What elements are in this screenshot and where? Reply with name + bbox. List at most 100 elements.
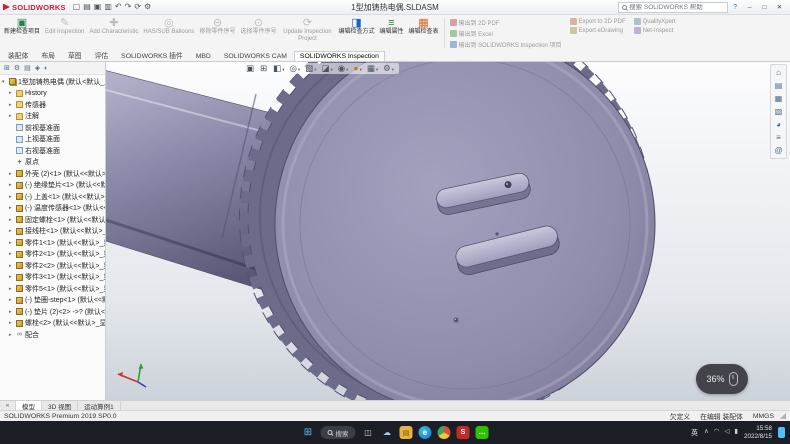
tree-item[interactable]: ▸ 螺栓<2> (默认<<默认>_显示状... bbox=[0, 318, 105, 330]
commandmanager-tab[interactable]: MBD bbox=[190, 51, 217, 61]
volume-icon[interactable]: ◁ bbox=[724, 429, 729, 436]
status-item[interactable]: 欠定义 bbox=[670, 411, 690, 421]
chevron-down-icon[interactable]: ▾ bbox=[330, 68, 332, 73]
ribbon-button[interactable]: ▦ 编辑检查表 bbox=[407, 16, 441, 50]
hud-tool[interactable]: ⊞ bbox=[260, 64, 268, 73]
tree-item[interactable]: ▸ (-) 上盖<1> (默认<<默认>_显示状... bbox=[0, 191, 105, 203]
chevron-down-icon[interactable]: ▾ bbox=[346, 68, 348, 73]
forum-icon[interactable]: @ bbox=[772, 145, 785, 156]
expand-arrow-icon[interactable]: ▸ bbox=[9, 113, 14, 119]
model-canvas[interactable] bbox=[106, 62, 790, 400]
custom-properties-icon[interactable]: ≡ bbox=[772, 132, 785, 143]
redo-icon[interactable]: ↷ bbox=[125, 3, 132, 11]
document-tab[interactable]: 模型 bbox=[16, 401, 42, 410]
tree-item[interactable]: ▸ 零件2<1> (默认<<默认>_显示状态... bbox=[0, 249, 105, 261]
expand-arrow-icon[interactable]: ▸ bbox=[9, 171, 14, 177]
tree-item[interactable]: ▾ 1型加铸热电偶 (默认<默认_显示状态-1>) bbox=[0, 76, 105, 88]
task-view-button[interactable]: ◫ bbox=[362, 426, 375, 439]
file-explorer-button[interactable]: ▤ bbox=[400, 426, 413, 439]
ribbon-button[interactable]: ✚ Add Characteristic bbox=[87, 16, 140, 50]
housing-face[interactable] bbox=[275, 62, 655, 400]
hud-tool[interactable]: ◎ ▾ bbox=[289, 64, 300, 73]
file-explorer-icon[interactable]: ▦ bbox=[772, 93, 785, 104]
taskbar-clock[interactable]: 15:58 2022/8/15 bbox=[744, 425, 772, 440]
expand-arrow-icon[interactable]: ▸ bbox=[9, 102, 14, 108]
help-search-input[interactable] bbox=[629, 4, 724, 11]
expand-arrow-icon[interactable]: ▸ bbox=[9, 297, 14, 303]
ribbon-export-item[interactable]: Net-Inspect bbox=[634, 27, 676, 34]
hud-tool[interactable]: ● ▾ bbox=[353, 64, 361, 73]
hud-tool[interactable]: ◪ ▾ bbox=[321, 64, 332, 73]
tree-item[interactable]: ▸ 零件1<1> (默认<<默认>_显示状态... bbox=[0, 237, 105, 249]
featuremanager-icon[interactable]: ⊞ bbox=[4, 65, 10, 72]
ime-indicator[interactable]: 英 bbox=[691, 428, 698, 438]
print-icon[interactable]: ▥ bbox=[104, 3, 112, 11]
tree-item[interactable]: ▸ 零件2<2> (默认<<默认>_显示状态... bbox=[0, 260, 105, 272]
ribbon-export-item[interactable]: Export eDrawing bbox=[570, 27, 626, 34]
notification-badge[interactable] bbox=[778, 427, 785, 438]
tree-item[interactable]: ▸ 外壳 (2)<1> (默认<<默认>_显示状态) bbox=[0, 168, 105, 180]
ribbon-button[interactable]: ✎ Edit Inspection bbox=[43, 16, 86, 50]
document-tab[interactable]: 运动算例1 bbox=[78, 401, 121, 410]
ribbon-export-item[interactable]: 输出到 2D PDF bbox=[450, 18, 562, 27]
open-file-icon[interactable]: ▤ bbox=[83, 3, 91, 11]
wechat-button[interactable]: … bbox=[476, 426, 489, 439]
widgets-button[interactable]: ☁ bbox=[381, 426, 394, 439]
expand-arrow-icon[interactable]: ▸ bbox=[9, 263, 14, 269]
chevron-down-icon[interactable]: ▾ bbox=[360, 68, 362, 73]
tree-item[interactable]: ▸ 接线柱<1> (默认<<默认>_显示状... bbox=[0, 226, 105, 238]
design-library-icon[interactable]: ▤ bbox=[772, 80, 785, 91]
expand-arrow-icon[interactable]: ▸ bbox=[9, 228, 14, 234]
commandmanager-tab[interactable]: SOLIDWORKS Inspection bbox=[294, 51, 385, 61]
taskbar-search[interactable]: 搜索 bbox=[321, 426, 356, 439]
hud-tool[interactable]: ▣ bbox=[246, 64, 255, 73]
tree-item[interactable]: ▸ History bbox=[0, 88, 105, 100]
hud-tool[interactable]: ⚙ ▾ bbox=[383, 64, 394, 73]
tree-item[interactable]: ▸ 传感器 bbox=[0, 99, 105, 111]
ribbon-button[interactable]: ≡ 编辑属性 bbox=[377, 16, 405, 50]
minimize-button[interactable]: – bbox=[742, 1, 757, 13]
expand-arrow-icon[interactable]: ▸ bbox=[9, 320, 14, 326]
configurationmanager-icon[interactable]: ▤ bbox=[24, 65, 31, 72]
tree-item[interactable]: 前视基准面 bbox=[0, 122, 105, 134]
help-button[interactable]: ? bbox=[731, 4, 739, 11]
ribbon-button[interactable]: ◎ HAS/SUB Balloons bbox=[141, 16, 196, 50]
new-file-icon[interactable]: ▢ bbox=[73, 3, 81, 11]
expand-arrow-icon[interactable]: ▸ bbox=[9, 182, 14, 188]
tree-item[interactable]: ▸ (-) 垫圈-step<1> (默认<<默认>_... bbox=[0, 295, 105, 307]
ribbon-button[interactable]: ⊖ 移除零件序号 bbox=[197, 16, 237, 50]
resources-home-icon[interactable]: ⌂ bbox=[772, 67, 785, 78]
displaymanager-icon[interactable]: ◐ bbox=[44, 65, 48, 72]
tree-item[interactable]: ▸ 零件5<1> (默认<<默认>_显示状态... bbox=[0, 283, 105, 295]
expand-arrow-icon[interactable]: ▸ bbox=[9, 240, 14, 246]
status-item[interactable]: 在编辑 装配体 bbox=[700, 411, 743, 421]
save-icon[interactable]: ▣ bbox=[94, 3, 102, 11]
chrome-button[interactable] bbox=[438, 426, 451, 439]
expand-arrow-icon[interactable]: ▸ bbox=[9, 205, 14, 211]
expand-arrow-icon[interactable]: ▾ bbox=[2, 79, 7, 85]
tree-item[interactable]: ▸ (-) 垫片 (2)<2> ->? (默认<<默... bbox=[0, 306, 105, 318]
tree-item[interactable]: ▸ 零件3<1> (默认<<默认>_显示状态... bbox=[0, 272, 105, 284]
tree-item[interactable]: ▸ 配合 bbox=[0, 329, 105, 341]
ribbon-button[interactable]: ⟳ Update Inspection Project bbox=[279, 16, 335, 50]
chevron-down-icon[interactable]: ▾ bbox=[298, 68, 300, 73]
tab-scroll-icon[interactable]: « bbox=[0, 401, 16, 410]
chevron-down-icon[interactable]: ▾ bbox=[392, 68, 394, 73]
ribbon-export-item[interactable]: Export to 2D PDF bbox=[570, 18, 626, 25]
chevron-down-icon[interactable]: ▾ bbox=[314, 68, 316, 73]
restore-button[interactable]: □ bbox=[757, 1, 772, 13]
start-button[interactable]: ⊞ bbox=[302, 426, 315, 439]
chevron-down-icon[interactable]: ▾ bbox=[282, 68, 284, 73]
rebuild-icon[interactable]: ⟳ bbox=[134, 3, 141, 11]
appearances-scenes-icon[interactable]: ◕ bbox=[772, 119, 785, 130]
dimxpertmanager-icon[interactable]: ◈ bbox=[35, 65, 40, 72]
ribbon-export-item[interactable]: QualityXpert bbox=[634, 18, 676, 25]
edge-button[interactable]: e bbox=[419, 426, 432, 439]
ribbon-export-item[interactable]: 输出到 SOLIDWORKS Inspection 项目 bbox=[450, 40, 562, 49]
commandmanager-tab[interactable]: SOLIDWORKS CAM bbox=[218, 51, 293, 61]
hud-tool[interactable]: ◧ ▾ bbox=[273, 64, 284, 73]
expand-arrow-icon[interactable]: ▸ bbox=[9, 286, 14, 292]
propertymanager-icon[interactable]: ⚙ bbox=[14, 65, 20, 72]
ribbon-export-item[interactable]: 输出到 Excel bbox=[450, 29, 562, 38]
hud-tool[interactable]: ▧ ▾ bbox=[305, 64, 316, 73]
